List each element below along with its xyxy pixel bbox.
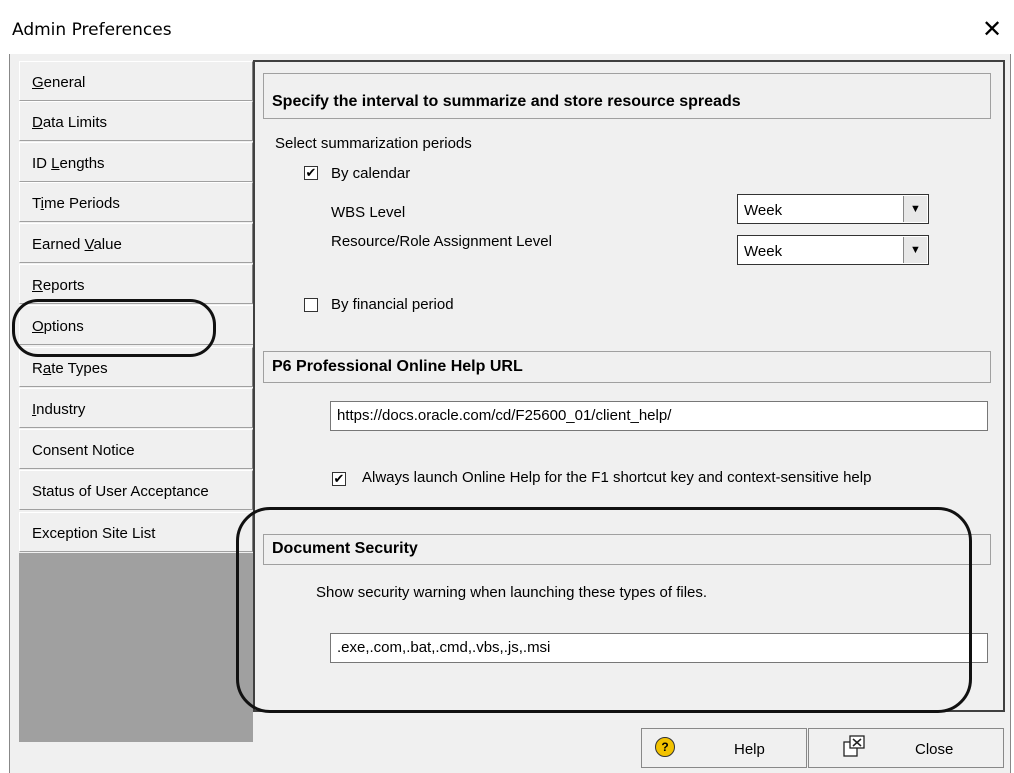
tab-label: Options — [32, 318, 84, 335]
tab-label: General — [32, 74, 86, 91]
summarize-subheading: Select summarization periods — [275, 135, 472, 152]
tab-label: Data Limits — [32, 114, 108, 131]
wbs-level-dropdown[interactable]: Week ▼ — [737, 194, 929, 224]
tab-options[interactable]: Options — [19, 305, 259, 345]
tab-rate-types[interactable]: Rate Types — [19, 347, 253, 387]
help-button-label: Help — [734, 741, 765, 758]
tab-label: Time Periods — [32, 195, 120, 212]
tab-label: Status of User Acceptance — [32, 483, 209, 500]
tab-data-limits[interactable]: Data Limits — [19, 101, 253, 141]
document-security-description: Show security warning when launching the… — [316, 584, 708, 601]
tab-label: Reports — [32, 277, 85, 294]
tab-status-of-user-acceptance[interactable]: Status of User Acceptance — [19, 470, 253, 510]
tab-label: Industry — [32, 401, 86, 418]
by-calendar-label: By calendar — [331, 165, 411, 182]
options-panel — [253, 60, 1005, 712]
document-security-heading: Document Security — [263, 534, 991, 565]
tab-consent-notice[interactable]: Consent Notice — [19, 429, 253, 469]
help-button[interactable]: ? Help — [641, 728, 807, 768]
tab-label: ID Lengths — [32, 155, 105, 172]
tab-time-periods[interactable]: Time Periods — [19, 182, 253, 222]
file-types-input[interactable]: .exe,.com,.bat,.cmd,.vbs,.js,.msi — [330, 633, 988, 663]
close-icon[interactable]: ✕ — [978, 14, 1006, 44]
close-button-label: Close — [915, 741, 954, 758]
close-button[interactable]: Close — [808, 728, 1004, 768]
tab-industry[interactable]: Industry — [19, 388, 253, 428]
tab-exception-site-list[interactable]: Exception Site List — [19, 512, 253, 552]
tab-reports[interactable]: Reports — [19, 264, 253, 304]
summarize-heading: Specify the interval to summarize and st… — [263, 73, 991, 119]
by-financial-period-label: By financial period — [331, 296, 454, 313]
help-url-heading: P6 Professional Online Help URL — [263, 351, 991, 383]
tab-general[interactable]: General — [19, 61, 253, 101]
assignment-level-dropdown[interactable]: Week ▼ — [737, 235, 929, 265]
tab-earned-value[interactable]: Earned Value — [19, 223, 253, 263]
tab-label: Earned Value — [32, 236, 122, 253]
close-window-icon — [843, 735, 865, 757]
tab-id-lengths[interactable]: ID Lengths — [19, 142, 253, 182]
wbs-level-value: Week — [744, 202, 783, 219]
chevron-down-icon: ▼ — [903, 196, 927, 222]
window-title: Admin Preferences — [12, 20, 172, 40]
always-launch-label: Always launch Online Help for the F1 sho… — [362, 469, 872, 486]
wbs-level-label: WBS Level — [331, 204, 406, 221]
by-financial-period-checkbox[interactable] — [304, 298, 318, 312]
tab-label: Consent Notice — [32, 442, 135, 459]
assignment-level-label: Resource/Role Assignment Level — [331, 233, 552, 250]
tab-label: Exception Site List — [32, 525, 156, 542]
help-icon: ? — [655, 737, 675, 757]
chevron-down-icon: ▼ — [903, 237, 927, 263]
help-url-input[interactable]: https://docs.oracle.com/cd/F25600_01/cli… — [330, 401, 988, 431]
tab-list-empty-area — [19, 553, 253, 742]
always-launch-checkbox[interactable]: ✔ — [332, 472, 346, 486]
by-calendar-checkbox[interactable]: ✔ — [304, 166, 318, 180]
tab-label: Rate Types — [32, 360, 108, 377]
assignment-level-value: Week — [744, 243, 783, 260]
